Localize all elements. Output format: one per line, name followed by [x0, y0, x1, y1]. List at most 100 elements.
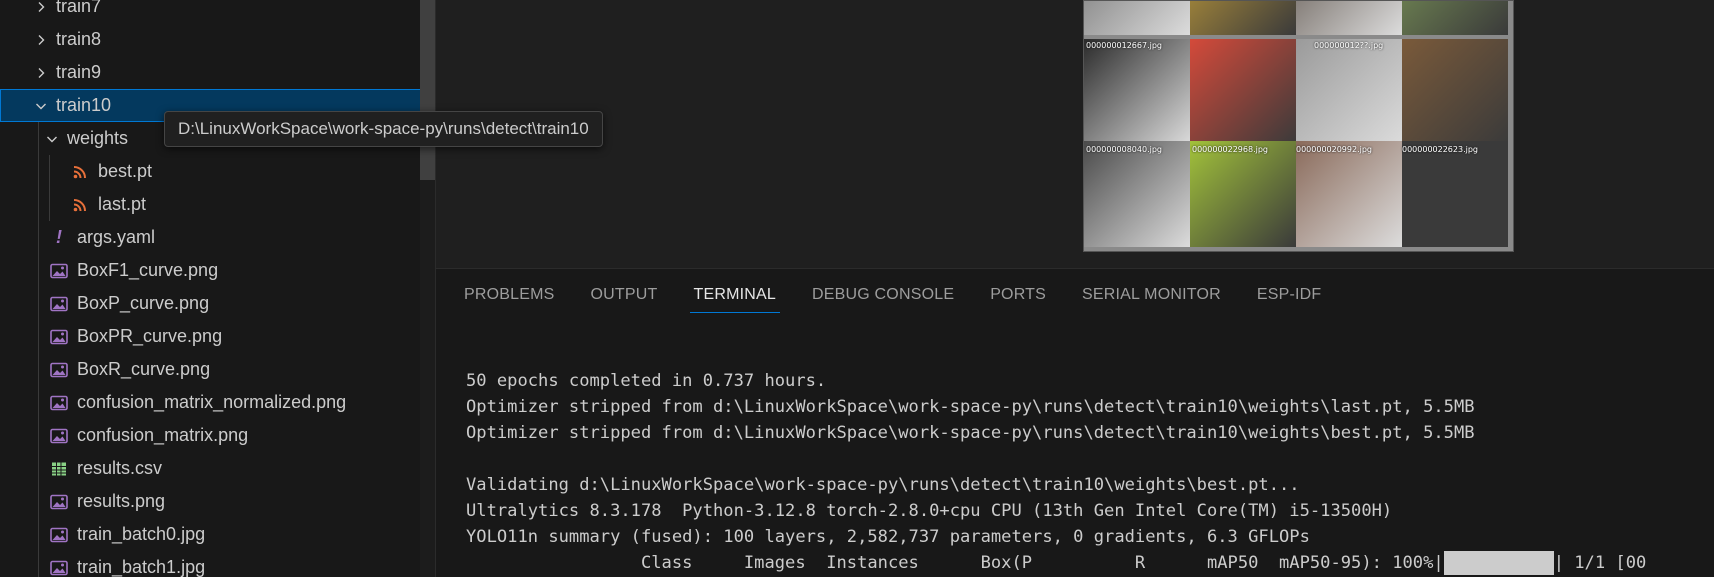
- chevron-right-icon[interactable]: [30, 62, 52, 84]
- terminal-line: Ultralytics 8.3.178 Python-3.12.8 torch-…: [466, 501, 1393, 521]
- terminal-line: YOLO11n summary (fused): 100 layers, 2,5…: [466, 527, 1310, 547]
- tree-item-boxpr-curve-png[interactable]: BoxPR_curve.png: [0, 320, 436, 353]
- terminal-line: Optimizer stripped from d:\LinuxWorkSpac…: [466, 397, 1475, 417]
- progress-suffix: | 1/1 [00: [1553, 553, 1647, 573]
- tree-item-train9[interactable]: train9: [0, 56, 436, 89]
- indent-guide: [38, 320, 39, 353]
- tree-item-train7[interactable]: train7: [0, 0, 436, 23]
- mosaic-tile-label: 000000012??.jpg: [1314, 41, 1384, 50]
- tree-item-label: results.png: [77, 491, 166, 511]
- tree-item-best-pt[interactable]: best.pt: [0, 155, 436, 188]
- terminal-line: Optimizer stripped from d:\LinuxWorkSpac…: [466, 423, 1475, 443]
- tree-item-label: train9: [56, 62, 102, 82]
- tree-item-train-batch0-jpg[interactable]: train_batch0.jpg: [0, 518, 436, 551]
- path-tooltip: D:\LinuxWorkSpace\work-space-py\runs\det…: [164, 111, 603, 147]
- mosaic-tile: [1190, 1, 1296, 35]
- train-batch-mosaic-image: 000000012667.jpg 000000012??.jpg 000000008…: [1083, 0, 1514, 252]
- tree-item-confusion-matrix-png[interactable]: confusion_matrix.png: [0, 419, 436, 452]
- indent-guide: [38, 188, 39, 221]
- tree-item-label: train_batch1.jpg: [77, 557, 206, 577]
- bottom-panel: PROBLEMS OUTPUT TERMINAL DEBUG CONSOLE PORTS…: [436, 268, 1714, 577]
- tree-item-label: train10: [56, 95, 112, 115]
- rss-icon: [70, 161, 90, 183]
- tree-item-label: weights: [67, 128, 129, 148]
- image-icon: [49, 491, 69, 513]
- tree-item-label: train8: [56, 29, 102, 49]
- tree-item-results-csv[interactable]: results.csv: [0, 452, 436, 485]
- indent-guide: [38, 551, 39, 577]
- terminal-line: 50 epochs completed in 0.737 hours.: [466, 371, 827, 391]
- tree-item-results-png[interactable]: results.png: [0, 485, 436, 518]
- progress-prefix: Class Images Instances Box(P R mAP50 mAP…: [466, 553, 1444, 573]
- explorer-sidebar: train7 train8 train9 train10 weights best.pt l…: [0, 0, 436, 577]
- terminal-line: Validating d:\LinuxWorkSpace\work-space-…: [466, 475, 1300, 495]
- mosaic-tile-label: 000000012667.jpg: [1086, 41, 1162, 50]
- image-icon: [49, 392, 69, 414]
- tree-item-label: BoxR_curve.png: [77, 359, 211, 379]
- mosaic-tile: [1402, 141, 1508, 247]
- chevron-down-icon[interactable]: [30, 95, 52, 117]
- tab-serial-monitor[interactable]: SERIAL MONITOR: [1082, 269, 1221, 321]
- tree-item-label: train_batch0.jpg: [77, 524, 206, 544]
- image-icon: [49, 260, 69, 282]
- indent-guide: [38, 221, 39, 254]
- image-icon: [49, 326, 69, 348]
- tree-item-boxf1-curve-png[interactable]: BoxF1_curve.png: [0, 254, 436, 287]
- mosaic-tile: [1084, 141, 1190, 247]
- progress-bar: [1443, 551, 1554, 575]
- indent-guide: [38, 419, 39, 452]
- indent-guide: [38, 452, 39, 485]
- tree-item-label: train7: [56, 0, 102, 16]
- table-icon: [49, 458, 69, 480]
- terminal-progress-line: Class Images Instances Box(P R mAP50 mAP…: [466, 550, 1714, 576]
- image-icon: [49, 425, 69, 447]
- tree-item-label: args.yaml: [77, 227, 156, 247]
- mosaic-tile: [1084, 1, 1190, 35]
- tree-item-confusion-matrix-normalized-png[interactable]: confusion_matrix_normalized.png: [0, 386, 436, 419]
- chevron-right-icon[interactable]: [30, 29, 52, 51]
- exclamation-icon: !: [56, 227, 62, 247]
- indent-guide: [49, 188, 50, 221]
- indent-guide: [38, 518, 39, 551]
- indent-guide: [38, 155, 39, 188]
- mosaic-tile: [1084, 39, 1190, 145]
- indent-guide: [38, 122, 39, 155]
- tree-item-label: BoxPR_curve.png: [77, 326, 223, 346]
- image-icon: [49, 524, 69, 546]
- explorer-scrollbar-thumb[interactable]: [420, 0, 435, 180]
- mosaic-tile: [1190, 141, 1296, 247]
- tab-terminal[interactable]: TERMINAL: [689, 269, 780, 321]
- indent-guide: [38, 287, 39, 320]
- mosaic-tile-label: 000000022968.jpg: [1192, 145, 1268, 154]
- tree-item-last-pt[interactable]: last.pt: [0, 188, 436, 221]
- tree-item-args-yaml[interactable]: ! args.yaml: [0, 221, 436, 254]
- mosaic-tile: [1296, 1, 1402, 35]
- tab-output[interactable]: OUTPUT: [591, 269, 658, 321]
- tab-debug-console[interactable]: DEBUG CONSOLE: [812, 269, 954, 321]
- tab-esp-idf[interactable]: ESP-IDF: [1257, 269, 1322, 321]
- tab-problems[interactable]: PROBLEMS: [464, 269, 555, 321]
- chevron-down-icon[interactable]: [41, 128, 63, 150]
- tree-item-label: BoxP_curve.png: [77, 293, 210, 313]
- tree-item-label: confusion_matrix.png: [77, 425, 249, 445]
- terminal-output[interactable]: 50 epochs completed in 0.737 hours. Opti…: [466, 368, 1714, 576]
- mosaic-tile: [1402, 1, 1508, 35]
- tree-item-boxp-curve-png[interactable]: BoxP_curve.png: [0, 287, 436, 320]
- mosaic-tile: [1296, 39, 1402, 145]
- mosaic-tile: [1190, 39, 1296, 145]
- indent-guide: [38, 386, 39, 419]
- mosaic-tile-label: 000000022623.jpg: [1402, 145, 1478, 154]
- chevron-right-icon[interactable]: [30, 0, 52, 18]
- image-preview-editor: 000000012667.jpg 000000012??.jpg 000000008…: [436, 0, 1714, 268]
- tree-item-train-batch1-jpg[interactable]: train_batch1.jpg: [0, 551, 436, 577]
- indent-guide: [38, 254, 39, 287]
- tree-item-train8[interactable]: train8: [0, 23, 436, 56]
- mosaic-tile: [1402, 39, 1508, 145]
- indent-guide: [38, 485, 39, 518]
- indent-guide: [49, 155, 50, 188]
- tree-item-boxr-curve-png[interactable]: BoxR_curve.png: [0, 353, 436, 386]
- tab-ports[interactable]: PORTS: [990, 269, 1046, 321]
- tree-item-label: results.csv: [77, 458, 163, 478]
- rss-icon: [70, 194, 90, 216]
